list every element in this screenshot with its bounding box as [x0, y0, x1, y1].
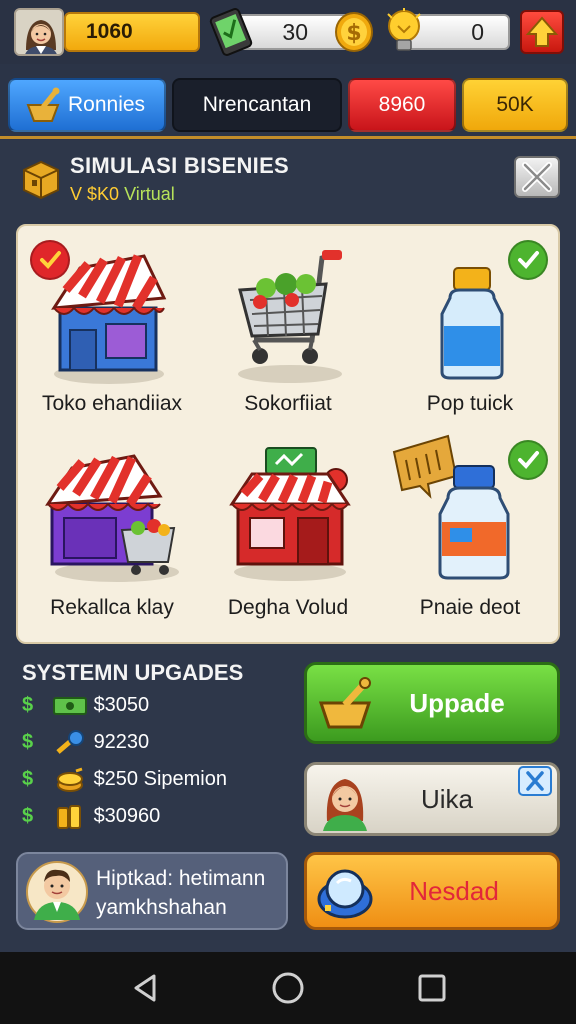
- business-label: Rekallca klay: [50, 596, 174, 619]
- business-label: Degha Volud: [227, 596, 349, 619]
- tab-nrencantan[interactable]: Nrencantan: [172, 78, 342, 132]
- arrow-up-icon: [525, 16, 559, 47]
- business-card-rekallca[interactable]: Rekallca klay: [22, 440, 202, 630]
- upgrade-label: 92230: [93, 731, 150, 753]
- woman-avatar-icon: [16, 10, 62, 54]
- svg-text:$: $: [346, 21, 361, 46]
- tab-8960-label: 8960: [378, 93, 426, 116]
- upgrade-label: $30960: [93, 805, 161, 827]
- storefront-icon: [229, 447, 351, 581]
- upgrade-label: $250 Sipemion: [93, 768, 227, 790]
- home-icon[interactable]: [270, 970, 306, 1006]
- upgrade-row[interactable]: $ $250 Sipemion: [22, 764, 227, 794]
- level-counter: 1060: [64, 12, 200, 52]
- android-nav-bar: [0, 952, 576, 1024]
- back-icon[interactable]: [130, 972, 160, 1004]
- simulation-title: SIMULASI BISENIES: [70, 153, 290, 178]
- status-check-green: [508, 240, 548, 280]
- upgrade-label: $3050: [93, 694, 150, 716]
- business-card-toko[interactable]: Toko ehandiiax: [22, 232, 202, 422]
- upgrade-button[interactable]: Uppade: [304, 662, 560, 744]
- recent-apps-icon[interactable]: [416, 972, 448, 1004]
- tab-8960[interactable]: 8960: [348, 78, 456, 132]
- budget-suffix: Virtual: [124, 184, 175, 204]
- business-card-sokorfiiat[interactable]: Sokorfiiat: [198, 232, 378, 422]
- header-divider: [0, 136, 576, 139]
- lightbulb-icon: [387, 8, 421, 51]
- business-label: Sokorfiiat: [244, 392, 332, 415]
- simulation-subtitle: V $K0 Virtual: [70, 184, 175, 205]
- business-label: Pnaie deot: [419, 596, 521, 619]
- cash-bill-icon: [53, 696, 87, 715]
- tab-50k-label: 50K: [496, 93, 534, 116]
- close-button[interactable]: [514, 156, 560, 198]
- mortar-pestle-icon: [318, 677, 372, 729]
- upgrade-row[interactable]: $ $30960: [22, 801, 160, 831]
- level-up-button[interactable]: [520, 10, 564, 54]
- budget-amount: V $K0: [70, 184, 120, 204]
- business-label: Toko ehandiiax: [41, 392, 183, 415]
- water-bottle-icon: [440, 267, 504, 380]
- gold-bars-icon: [57, 804, 81, 829]
- wrench-icon: [56, 729, 84, 754]
- upgrade-row[interactable]: $ 92230: [22, 727, 149, 757]
- uika-button-label: Uika: [420, 784, 473, 814]
- mortar-pestle-icon: [26, 87, 60, 122]
- business-card-pnaie[interactable]: Pnaie deot: [380, 434, 560, 630]
- bottle-sign-icon: [392, 434, 510, 580]
- advisor-message-line1: Hiptkad: hetimann: [96, 867, 266, 890]
- market-shop-icon: [45, 454, 179, 582]
- man-avatar-icon: [26, 861, 88, 923]
- advisor-message: Hiptkad: hetimann yamkhshahan: [96, 864, 265, 922]
- close-icon: [522, 162, 552, 192]
- shopping-cart-icon: [238, 250, 342, 383]
- dollar-symbol: $: [22, 731, 34, 753]
- crate-icon: [23, 160, 59, 200]
- tab-ronnies[interactable]: Ronnies: [8, 78, 166, 132]
- coin-stack-icon: [57, 767, 83, 792]
- dollar-symbol: $: [22, 805, 34, 827]
- close-icon: [526, 771, 544, 791]
- checkmark-icon: [518, 251, 539, 269]
- dollar-coin-icon: $: [335, 12, 373, 52]
- business-card-degha[interactable]: Degha Volud: [198, 440, 378, 630]
- magnifier-icon: [317, 869, 373, 919]
- business-label: Pop tuick: [426, 392, 514, 415]
- upgrades-title: SYSTEMN UPGADES: [22, 660, 244, 685]
- dollar-symbol: $: [22, 694, 34, 716]
- advisor-message-line2: yamkhshahan: [96, 896, 227, 919]
- dollar-symbol: $: [22, 768, 34, 790]
- uika-close-button[interactable]: [518, 766, 552, 796]
- tab-nrencantan-label: Nrencantan: [202, 93, 312, 116]
- upgrade-row[interactable]: $ $3050: [22, 690, 149, 720]
- cash-value: 30: [282, 19, 308, 45]
- shop-icon: [51, 254, 167, 384]
- business-card-pop-tuick[interactable]: Pop tuick: [380, 232, 560, 422]
- nesdad-button[interactable]: Nesdad: [304, 852, 560, 930]
- woman-avatar-icon: [323, 779, 367, 831]
- level-value: 1060: [86, 20, 133, 43]
- upgrade-button-label: Uppade: [409, 688, 505, 718]
- player-avatar[interactable]: [14, 8, 64, 56]
- nesdad-button-label: Nesdad: [409, 876, 499, 906]
- tab-ronnies-label: Ronnies: [68, 93, 146, 116]
- tab-50k[interactable]: 50K: [462, 78, 568, 132]
- ideas-value: 0: [471, 19, 484, 45]
